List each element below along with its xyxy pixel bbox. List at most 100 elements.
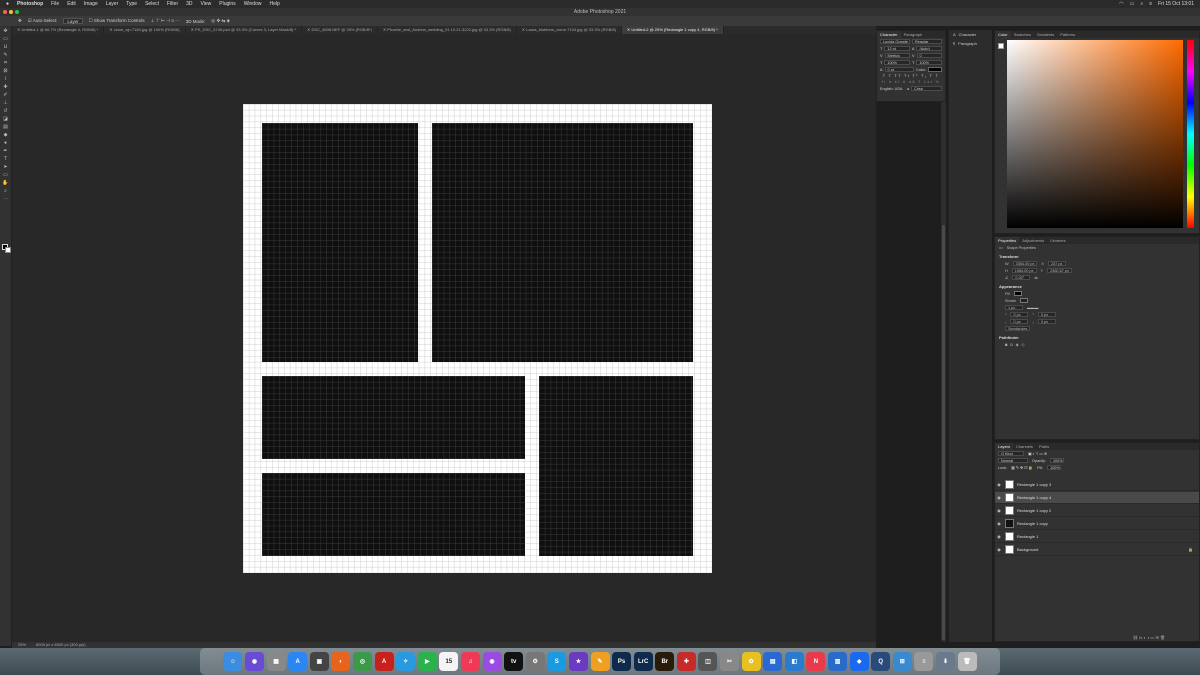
menu-3d[interactable]: 3D: [186, 1, 192, 7]
mask-icon[interactable]: ◐: [1143, 635, 1145, 640]
hue-slider[interactable]: [1187, 40, 1194, 228]
dock-app-store-icon[interactable]: A: [288, 652, 308, 671]
menu-window[interactable]: Window: [244, 1, 262, 7]
dock-script-editor-icon[interactable]: ✂: [720, 652, 740, 671]
y-field[interactable]: 2460.67 px: [1047, 268, 1072, 273]
lasso-tool-icon[interactable]: ᑌ: [2, 44, 10, 50]
tab-document-6[interactable]: ✕ Laura_blubbers_clone-7104.jpg @ 33.3% …: [517, 26, 622, 34]
gradient-tool-icon[interactable]: ▤: [2, 124, 10, 130]
vertical-scale-field[interactable]: 100%: [884, 60, 910, 65]
dock-facetime-icon[interactable]: ▶: [417, 652, 437, 671]
small-caps-icon[interactable]: Tt: [904, 74, 910, 78]
language-select[interactable]: English: USA: [880, 87, 905, 91]
dock-lightroom-classic-icon[interactable]: LrC: [633, 652, 653, 671]
visibility-eye-icon[interactable]: ◉: [995, 521, 1003, 526]
dock-quicktime-icon[interactable]: Q: [871, 652, 891, 671]
visibility-eye-icon[interactable]: ◉: [995, 547, 1003, 552]
dodge-tool-icon[interactable]: ●: [2, 140, 10, 146]
rectangle-1-copy[interactable]: [432, 123, 693, 362]
filter-icons[interactable]: ▣ ◐ T ▭ ⊕: [1028, 451, 1047, 456]
menu-layer[interactable]: Layer: [106, 1, 119, 7]
dock-chrome-icon[interactable]: ◎: [352, 652, 372, 671]
rectangle-1-copy-2[interactable]: [539, 376, 693, 556]
move-tool-icon[interactable]: ✥: [2, 28, 10, 34]
minimize-window-icon[interactable]: [9, 10, 13, 14]
tab-document-5[interactable]: ✕ Phoebe_and_Andrew_wedding_01.10.21-322…: [378, 26, 517, 34]
antialias-select[interactable]: Crisp: [911, 86, 942, 91]
layer-row[interactable]: ◉ Rectangle 1: [995, 531, 1199, 543]
pen-tool-icon[interactable]: ✒: [2, 148, 10, 154]
layer-row-background[interactable]: ◉ Background 🔒: [995, 544, 1199, 556]
pathfinder-unite-icon[interactable]: ◙: [1005, 343, 1007, 347]
faux-italic-icon[interactable]: T: [889, 74, 893, 78]
menu-select[interactable]: Select: [145, 1, 159, 7]
dock-system-prefs-icon[interactable]: ⚙: [525, 652, 545, 671]
font-style-select[interactable]: Regular: [912, 39, 942, 44]
kerning-field[interactable]: Metrics: [884, 53, 910, 58]
tab-swatches[interactable]: Swatches: [1011, 31, 1034, 38]
auto-select-checkbox[interactable]: ☑ Auto-Select:: [28, 18, 58, 24]
appearance-section-title[interactable]: Appearance: [995, 281, 1199, 290]
dock-preview-icon[interactable]: ◧: [784, 652, 804, 671]
pathfinder-intersect-icon[interactable]: ◈: [1016, 342, 1019, 347]
tab-paths[interactable]: Paths: [1036, 443, 1052, 450]
close-window-icon[interactable]: [3, 10, 7, 14]
tab-document-1[interactable]: ✕ Untitled-1 @ 66.7% (Rectangle 4, RGB/8…: [12, 26, 105, 34]
tab-document-4[interactable]: ✕ DSC_4606.NEF @ 25% (RGB/8*): [302, 26, 378, 34]
layer-filter-select[interactable]: Q Kind: [998, 451, 1024, 456]
dock-photos-icon[interactable]: ✿: [741, 652, 761, 671]
menu-image[interactable]: Image: [84, 1, 98, 7]
dock-photoshop-icon[interactable]: Ps: [612, 652, 632, 671]
dock-news-icon[interactable]: N: [806, 652, 826, 671]
pathfinder-subtract-icon[interactable]: ◘: [1010, 343, 1012, 347]
3d-icons[interactable]: ◎ ✥ ⇆ ◈: [211, 18, 230, 24]
tab-gradients[interactable]: Gradients: [1034, 31, 1057, 38]
pathfinder-section-title[interactable]: Pathfinder: [995, 332, 1199, 341]
dock-utility-icon[interactable]: ⊞: [892, 652, 912, 671]
quick-select-tool-icon[interactable]: ✎: [2, 52, 10, 58]
tab-color[interactable]: Color: [995, 31, 1011, 38]
new-layer-icon[interactable]: ⊞: [1155, 635, 1158, 640]
rectangle-1-copy-4[interactable]: [262, 376, 525, 459]
trash-icon[interactable]: 🗑: [1160, 635, 1165, 640]
align-icons[interactable]: ⊥ ⊤ ⊢ ⊣ ≡ ⋯: [151, 18, 180, 24]
zoom-window-icon[interactable]: [15, 10, 19, 14]
stroke-swatch[interactable]: [1019, 298, 1028, 303]
dock-mission-control-icon[interactable]: ▣: [309, 652, 329, 671]
corner-radius-2[interactable]: 0 px: [1037, 312, 1056, 317]
battery-icon[interactable]: ▭: [1130, 1, 1135, 7]
font-family-select[interactable]: Lucida Grande: [880, 39, 910, 44]
menu-edit[interactable]: Edit: [67, 1, 76, 7]
dock-launchpad-icon[interactable]: ▦: [266, 652, 286, 671]
corner-radius-1[interactable]: 0 px: [1010, 312, 1029, 317]
brush-tool-icon[interactable]: ✐: [2, 92, 10, 98]
zoom-tool-icon[interactable]: ⌕: [2, 188, 10, 194]
dock-screenshot-icon[interactable]: ◫: [698, 652, 718, 671]
ordinals-icon[interactable]: 1st: [924, 80, 934, 84]
stroke-width-field[interactable]: 1 px: [1005, 305, 1023, 310]
adjustment-icon[interactable]: ◑: [1147, 635, 1149, 640]
tab-layers[interactable]: Layers: [995, 443, 1014, 450]
corner-radius-3[interactable]: 0 px: [1010, 319, 1029, 324]
menu-help[interactable]: Help: [269, 1, 279, 7]
ligature-icon[interactable]: fi: [882, 80, 887, 84]
tab-document-2[interactable]: ✕ clone_wp-7184.jpg @ 100% (RGB/8): [104, 26, 186, 34]
dock-podcasts-icon[interactable]: ◉: [482, 652, 502, 671]
pathfinder-exclude-icon[interactable]: ◇: [1022, 342, 1025, 347]
corner-radius-4[interactable]: 0 px: [1037, 319, 1056, 324]
control-center-icon[interactable]: ≡: [1149, 1, 1152, 7]
apple-icon[interactable]: ●: [6, 1, 9, 7]
visibility-eye-icon[interactable]: ◉: [995, 495, 1003, 500]
tab-patterns[interactable]: Patterns: [1057, 31, 1078, 38]
fx-icon[interactable]: fx: [1139, 635, 1142, 640]
dock-documents-icon[interactable]: ≡: [914, 652, 934, 671]
menu-file[interactable]: File: [51, 1, 59, 7]
tab-character[interactable]: Character: [877, 31, 901, 38]
path-select-tool-icon[interactable]: ➤: [2, 164, 10, 170]
x-field[interactable]: 237 px: [1047, 261, 1066, 266]
dock-downloads-icon[interactable]: ⬇: [936, 652, 955, 671]
frame-tool-icon[interactable]: ⊠: [2, 68, 10, 74]
menu-type[interactable]: Type: [126, 1, 137, 7]
dock-music-icon[interactable]: ♫: [460, 652, 480, 671]
opacity-field[interactable]: 100%: [1049, 458, 1064, 463]
